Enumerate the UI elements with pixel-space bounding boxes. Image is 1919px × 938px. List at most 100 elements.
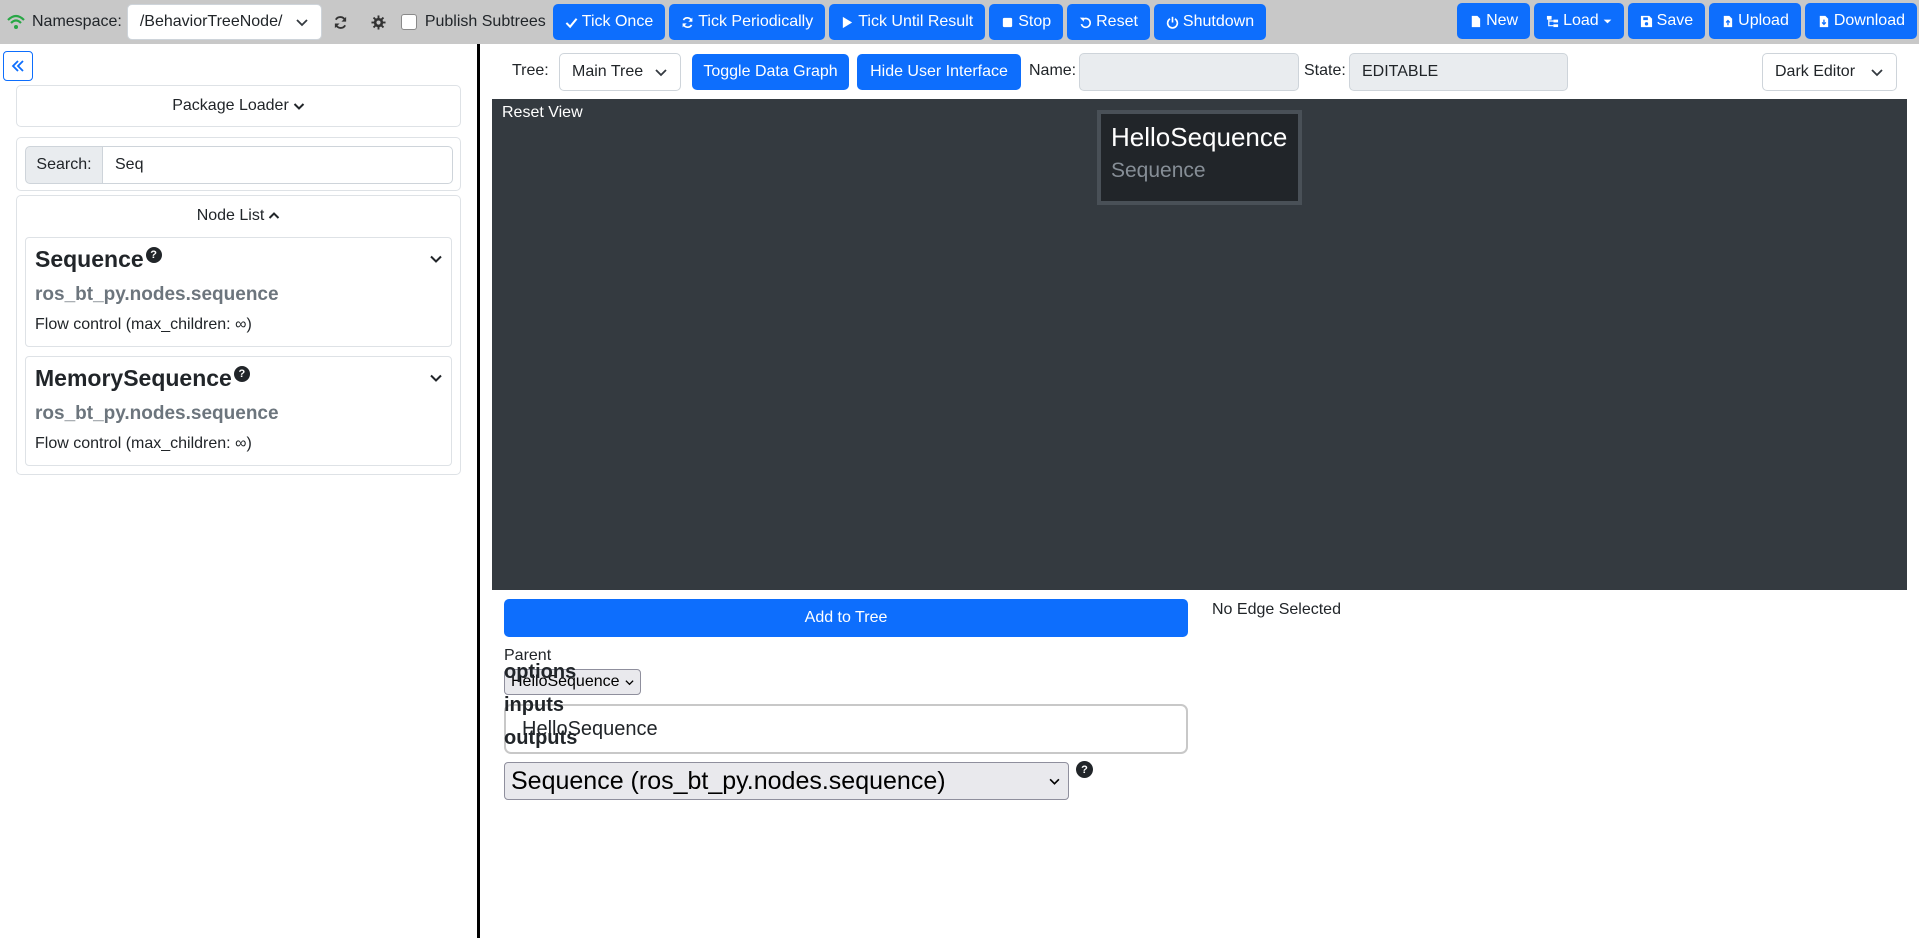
tree-label: Tree: <box>512 62 549 79</box>
refresh-button[interactable] <box>322 4 360 40</box>
toggle-data-graph-button[interactable]: Toggle Data Graph <box>692 54 849 90</box>
caret-down-icon <box>1599 17 1612 26</box>
tick-once-button[interactable]: Tick Once <box>552 4 666 40</box>
namespace-value: /BehaviorTreeNode/ <box>139 13 283 30</box>
options-heading: options <box>504 661 577 683</box>
hide-user-interface-button[interactable]: Hide User Interface <box>857 54 1021 90</box>
double-chevron-left-icon <box>11 59 25 73</box>
node-item-title: MemorySequence ? <box>35 365 250 392</box>
edge-status: No Edge Selected <box>1212 601 1341 618</box>
new-button[interactable]: New <box>1457 3 1531 39</box>
tree-select[interactable]: Main Tree <box>559 53 681 91</box>
node-list-toggle[interactable]: Node List <box>17 196 460 236</box>
chevron-up-icon <box>264 210 280 222</box>
tick-until-result-button[interactable]: Tick Until Result <box>829 4 986 40</box>
refresh-icon <box>681 16 698 29</box>
theme-select[interactable]: Dark Editor <box>1762 53 1897 91</box>
undo-icon <box>1079 16 1096 29</box>
sidebar: Package Loader Search: Seq Node List Seq… <box>0 44 477 938</box>
search-input[interactable]: Seq <box>102 146 453 184</box>
name-label: Name: <box>1029 62 1077 79</box>
theme-select-value: Dark Editor <box>1775 63 1856 80</box>
load-label: Load <box>1563 12 1599 29</box>
node-list-label: Node List <box>196 207 265 224</box>
tick-periodically-button[interactable]: Tick Periodically <box>669 4 826 40</box>
node-list-card: Node List Sequence ? ros_bt_py.nodes.seq… <box>16 195 461 475</box>
chevron-down-icon[interactable] <box>429 252 443 266</box>
node-class-select[interactable]: Sequence (ros_bt_py.nodes.sequence) <box>504 762 1069 800</box>
file-download-icon <box>1817 15 1834 28</box>
chevron-down-icon <box>1049 776 1060 787</box>
tick-periodically-label: Tick Periodically <box>698 13 814 30</box>
refresh-icon <box>333 15 348 30</box>
tree-node[interactable]: HelloSequence Sequence <box>1097 110 1302 205</box>
publish-subtrees-label: Publish Subtrees <box>424 13 546 30</box>
tick-once-label: Tick Once <box>581 13 654 30</box>
tree-select-value: Main Tree <box>572 63 644 80</box>
tree-node-type: Sequence <box>1111 159 1206 182</box>
reset-label: Reset <box>1096 13 1138 30</box>
save-label: Save <box>1656 12 1694 29</box>
state-label: State: <box>1304 62 1346 79</box>
editor-toolbar: Tree: Main Tree Toggle Data Graph Hide U… <box>480 53 1919 91</box>
tree-canvas[interactable]: Reset View HelloSequence Sequence <box>492 99 1907 590</box>
stop-label: Stop <box>1018 13 1052 30</box>
package-loader-toggle[interactable]: Package Loader <box>16 85 461 127</box>
floppy-icon <box>1640 15 1657 28</box>
node-item-title: Sequence ? <box>35 246 162 273</box>
chevron-down-icon <box>1870 65 1884 79</box>
chevron-down-icon <box>654 65 668 79</box>
reset-button[interactable]: Reset <box>1067 4 1150 40</box>
upload-button[interactable]: Upload <box>1709 3 1801 39</box>
file-icon <box>1469 15 1486 28</box>
load-button[interactable]: Load <box>1534 3 1624 39</box>
tree-icon <box>1546 15 1563 28</box>
outputs-heading: outputs <box>504 727 578 749</box>
namespace-label: Namespace: <box>32 13 122 30</box>
node-class-value: Sequence (ros_bt_py.nodes.sequence) <box>511 766 946 795</box>
help-icon[interactable]: ? <box>145 247 162 263</box>
settings-button[interactable] <box>360 4 398 40</box>
download-button[interactable]: Download <box>1804 3 1917 39</box>
tree-node-title: HelloSequence <box>1111 122 1288 152</box>
top-toolbar: Namespace: /BehaviorTreeNode/ Publish Su… <box>0 0 1919 44</box>
shutdown-label: Shutdown <box>1182 13 1255 30</box>
stop-button[interactable]: Stop <box>989 4 1064 40</box>
node-item-name: MemorySequence <box>35 365 232 391</box>
chevron-down-icon <box>289 100 305 112</box>
tick-until-result-label: Tick Until Result <box>858 13 974 30</box>
main-editor: Tree: Main Tree Toggle Data Graph Hide U… <box>480 44 1919 938</box>
node-list-item[interactable]: MemorySequence ? ros_bt_py.nodes.sequenc… <box>25 356 452 466</box>
namespace-select[interactable]: /BehaviorTreeNode/ <box>126 4 322 40</box>
new-label: New <box>1486 12 1519 29</box>
node-item-module: ros_bt_py.nodes.sequence <box>35 284 279 305</box>
node-item-module: ros_bt_py.nodes.sequence <box>35 403 279 424</box>
upload-label: Upload <box>1738 12 1789 29</box>
search-label: Search: <box>25 146 103 184</box>
publish-subtrees-checkbox[interactable] <box>400 14 417 30</box>
chevron-down-icon[interactable] <box>429 371 443 385</box>
node-list-item[interactable]: Sequence ? ros_bt_py.nodes.sequence Flow… <box>25 237 452 347</box>
help-icon[interactable]: ? <box>1076 761 1093 778</box>
play-icon <box>841 16 858 29</box>
reset-view-link[interactable]: Reset View <box>502 104 583 122</box>
node-item-description: Flow control (max_children: ∞) <box>35 435 252 452</box>
tree-state-field: EDITABLE <box>1349 53 1568 91</box>
shutdown-button[interactable]: Shutdown <box>1153 4 1267 40</box>
add-to-tree-button[interactable]: Add to Tree <box>504 599 1188 637</box>
node-item-name: Sequence <box>35 246 144 272</box>
node-item-description: Flow control (max_children: ∞) <box>35 316 252 333</box>
download-label: Download <box>1833 12 1905 29</box>
power-icon <box>1166 16 1183 29</box>
save-button[interactable]: Save <box>1627 3 1706 39</box>
chevron-down-icon <box>295 15 309 29</box>
node-name-input[interactable]: HelloSequence <box>504 704 1188 754</box>
help-icon[interactable]: ? <box>233 366 250 382</box>
wifi-icon <box>6 13 32 31</box>
chevron-down-icon <box>625 678 634 687</box>
inputs-heading: inputs <box>504 694 564 716</box>
collapse-sidebar-button[interactable] <box>3 51 33 81</box>
tree-name-field <box>1079 53 1299 91</box>
stop-icon <box>1001 16 1018 29</box>
gear-icon <box>371 14 386 30</box>
